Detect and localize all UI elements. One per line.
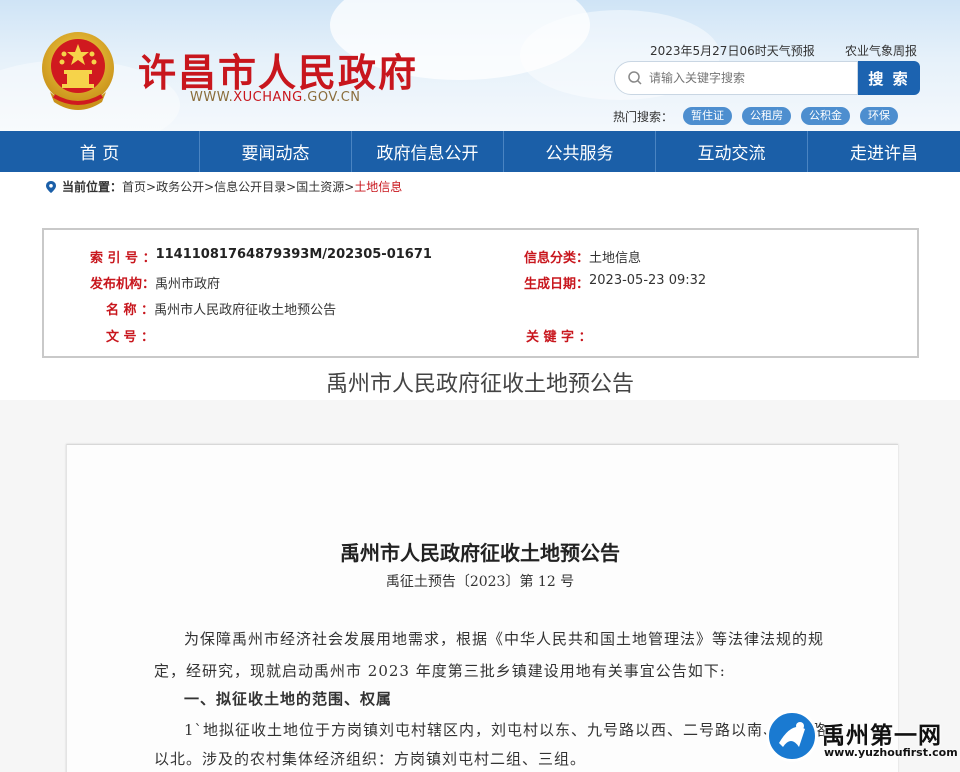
nav-interaction[interactable]: 互动交流 bbox=[656, 131, 808, 172]
meta-category-row: 信息分类： 土地信息 bbox=[524, 247, 641, 266]
search-input[interactable] bbox=[649, 71, 849, 85]
nav-about-xuchang[interactable]: 走进许昌 bbox=[808, 131, 960, 172]
meta-keyword-row: 关 键 字 ： bbox=[526, 326, 592, 345]
page-title: 禹州市人民政府征收土地预公告 bbox=[325, 372, 634, 397]
nav-gov-info[interactable]: 政府信息公开 bbox=[352, 131, 504, 172]
breadcrumb: 当前位置： 首页> 政务公开> 信息公开目录> 国土资源> 土地信息 bbox=[46, 178, 402, 195]
hot-search-label: 热门搜索： bbox=[613, 109, 674, 124]
national-emblem-icon[interactable] bbox=[40, 30, 116, 112]
paragraph-line: 为保障禹州市经济社会发展用地需求，根据《中华人民共和国土地管理法》等法律法规的规 bbox=[184, 630, 825, 648]
section-heading: 一、拟征收土地的范围、权属 bbox=[184, 690, 393, 708]
meta-name-value: 禹州市人民政府征收土地预公告 bbox=[154, 303, 337, 318]
search-field[interactable] bbox=[614, 61, 858, 95]
document-title: 禹州市人民政府征收土地预公告 bbox=[340, 541, 620, 565]
location-pin-icon bbox=[46, 180, 56, 193]
meta-name-row: 名 称 ： 禹州市人民政府征收土地预公告 bbox=[106, 299, 336, 318]
main-nav: 首 页 要闻动态 政府信息公开 公共服务 互动交流 走进许昌 bbox=[0, 131, 960, 172]
nav-home[interactable]: 首 页 bbox=[0, 131, 200, 172]
meta-category-label: 信息分类： bbox=[524, 251, 590, 266]
document-number: 禹征土预告〔2023〕第 12 号 bbox=[385, 574, 575, 590]
watermark-url: www.yuzhoufirst.com bbox=[824, 746, 958, 759]
meta-date-row: 生成日期： 2023-05-23 09:32 bbox=[524, 273, 706, 292]
meta-category-value: 土地信息 bbox=[589, 251, 642, 266]
nav-news[interactable]: 要闻动态 bbox=[200, 131, 352, 172]
site-url: WWW.XUCHANG.GOV.CN bbox=[190, 90, 361, 105]
meta-name-label: 名 称 ： bbox=[106, 303, 155, 318]
meta-index-row: 索 引 号 ： 11411081764879393M/202305-01671 bbox=[90, 247, 432, 266]
site-title[interactable]: 许昌市人民政府 bbox=[138, 42, 418, 97]
meta-docno-row: 文 号 ： bbox=[106, 326, 154, 345]
nav-public-service[interactable]: 公共服务 bbox=[504, 131, 656, 172]
meta-keyword-label: 关 键 字 ： bbox=[526, 330, 592, 345]
meta-index-label: 索 引 号 ： bbox=[90, 251, 156, 266]
site-header: 许昌市人民政府 WWW.XUCHANG.GOV.CN 2023年5月27日06时… bbox=[0, 0, 960, 131]
paragraph-line: 以北。涉及的农村集体经济组织：方岗镇刘屯村二组、三组。 bbox=[154, 750, 587, 768]
breadcrumb-info-catalog[interactable]: 信息公开目录> bbox=[214, 178, 296, 195]
meta-docno-label: 文 号 ： bbox=[106, 330, 155, 345]
breadcrumb-home[interactable]: 首页> bbox=[122, 178, 156, 195]
meta-issuer-label: 发布机构： bbox=[90, 277, 156, 292]
meta-issuer-value: 禹州市政府 bbox=[155, 277, 221, 292]
hot-search: 热门搜索： 暂住证 公租房 公积金 环保 bbox=[613, 107, 899, 125]
agri-weather-link[interactable]: 农业气象周报 bbox=[845, 42, 917, 59]
watermark-logo-icon bbox=[766, 710, 818, 762]
meta-issuer-row: 发布机构： 禹州市政府 bbox=[90, 273, 220, 292]
hot-tag-gongjijin[interactable]: 公积金 bbox=[801, 107, 851, 125]
meta-date-label: 生成日期： bbox=[524, 277, 590, 292]
breadcrumb-land-resources[interactable]: 国土资源> bbox=[296, 178, 354, 195]
hot-tag-gongzufang[interactable]: 公租房 bbox=[742, 107, 792, 125]
breadcrumb-label: 当前位置： bbox=[62, 180, 123, 194]
search-button[interactable]: 搜 索 bbox=[858, 61, 920, 95]
document-metadata-table: 索 引 号 ： 11411081764879393M/202305-01671 … bbox=[42, 228, 919, 358]
hot-tag-zanzhuzheng[interactable]: 暂住证 bbox=[683, 107, 733, 125]
watermark-text: 禹州第一网 bbox=[822, 723, 942, 749]
paragraph-line: 1ˋ地拟征收土地位于方岗镇刘屯村辖区内，刘屯村以东、九号路以西、二号路以南、三号… bbox=[184, 721, 828, 739]
weather-forecast-link[interactable]: 2023年5月27日06时天气预报 bbox=[650, 42, 815, 59]
hot-tag-huanbao[interactable]: 环保 bbox=[860, 107, 899, 125]
breadcrumb-current[interactable]: 土地信息 bbox=[354, 178, 402, 195]
paragraph-line: 定，经研究，现就启动禹州市 2023 年度第三批乡镇建设用地有关事宜公告如下: bbox=[154, 662, 726, 680]
breadcrumb-gov-affairs[interactable]: 政务公开> bbox=[156, 178, 214, 195]
site-watermark: 禹州第一网 www.yuzhoufirst.com bbox=[766, 710, 958, 768]
search-icon bbox=[628, 71, 642, 85]
meta-date-value: 2023-05-23 09:32 bbox=[589, 273, 707, 288]
meta-index-value: 11411081764879393M/202305-01671 bbox=[155, 247, 432, 262]
